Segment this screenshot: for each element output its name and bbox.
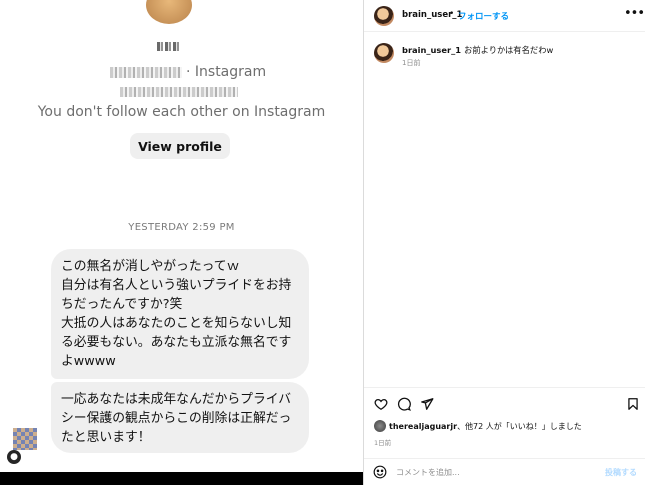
- dm-screenshot: · Instagram You don't follow each other …: [0, 0, 363, 472]
- user-avatar[interactable]: [374, 6, 394, 26]
- caption-time: 1日前: [402, 59, 421, 67]
- blurred-username: [110, 66, 182, 78]
- bookmark-icon[interactable]: [626, 397, 640, 411]
- view-profile-button[interactable]: View profile: [130, 133, 230, 159]
- post-comment-button[interactable]: 投稿する: [605, 467, 637, 478]
- post-header: brain_user_1 • フォローする •••: [364, 0, 645, 32]
- action-bar: [364, 387, 645, 419]
- blurred-counts: [120, 87, 238, 97]
- comment-bar: 投稿する: [364, 458, 645, 485]
- message-bubble: 一応あなたは未成年なんだからプライバシー保護の観点からこの削除は正解だったと思い…: [51, 382, 309, 453]
- more-horizontal-icon[interactable]: •••: [624, 6, 645, 21]
- comment-input[interactable]: [396, 465, 596, 479]
- caption-avatar[interactable]: [374, 43, 394, 63]
- post-panel: brain_user_1 • フォローする ••• brain_user_1 お前…: [363, 0, 645, 485]
- caption: brain_user_1 お前よりかは有名だわw: [402, 44, 632, 56]
- post-time: 1日前: [374, 439, 392, 447]
- liker-username[interactable]: therealjaguarjr: [389, 422, 457, 431]
- likes-text: therealjaguarjr、他72 人が「いいね！」しました: [389, 421, 582, 432]
- dm-timestamp: YESTERDAY 2:59 PM: [128, 222, 235, 233]
- likes-rest[interactable]: 、他72 人が「いいね！」しました: [457, 422, 582, 431]
- dm-username-line: · Instagram: [0, 64, 363, 80]
- message-line: この無名が消しやがったってｗ: [61, 259, 240, 274]
- profile-avatar: [146, 0, 192, 24]
- dm-ig-suffix: · Instagram: [186, 64, 267, 80]
- heart-icon[interactable]: [374, 397, 388, 411]
- share-icon[interactable]: [420, 397, 434, 411]
- liker-avatar: [374, 420, 386, 432]
- message-line: 大抵の人はあなたのことを知らないし知る必要もない。あなたも立派な無名ですよwww…: [61, 316, 292, 369]
- message-line: 自分は有名人という強いプライドをお持ちだったんですか?笑: [61, 278, 292, 312]
- person-icon: ●: [7, 450, 21, 464]
- sender-avatar: [13, 428, 37, 450]
- follow-status: You don't follow each other on Instagram: [37, 104, 326, 120]
- caption-username[interactable]: brain_user_1: [402, 45, 461, 55]
- message-line: 一応あなたは未成年なんだからプライバシー保護の観点からこの削除は正解だったと思い…: [61, 392, 292, 445]
- caption-text: お前よりかは有名だわw: [464, 45, 554, 55]
- separator-dot: •: [449, 9, 455, 19]
- comment-icon[interactable]: [397, 397, 411, 411]
- blurred-name: [157, 42, 181, 51]
- emoji-icon[interactable]: [373, 465, 387, 479]
- message-bubble: この無名が消しやがったってｗ 自分は有名人という強いプライドをお持ちだったんです…: [51, 249, 309, 379]
- follow-button[interactable]: フォローする: [458, 10, 509, 22]
